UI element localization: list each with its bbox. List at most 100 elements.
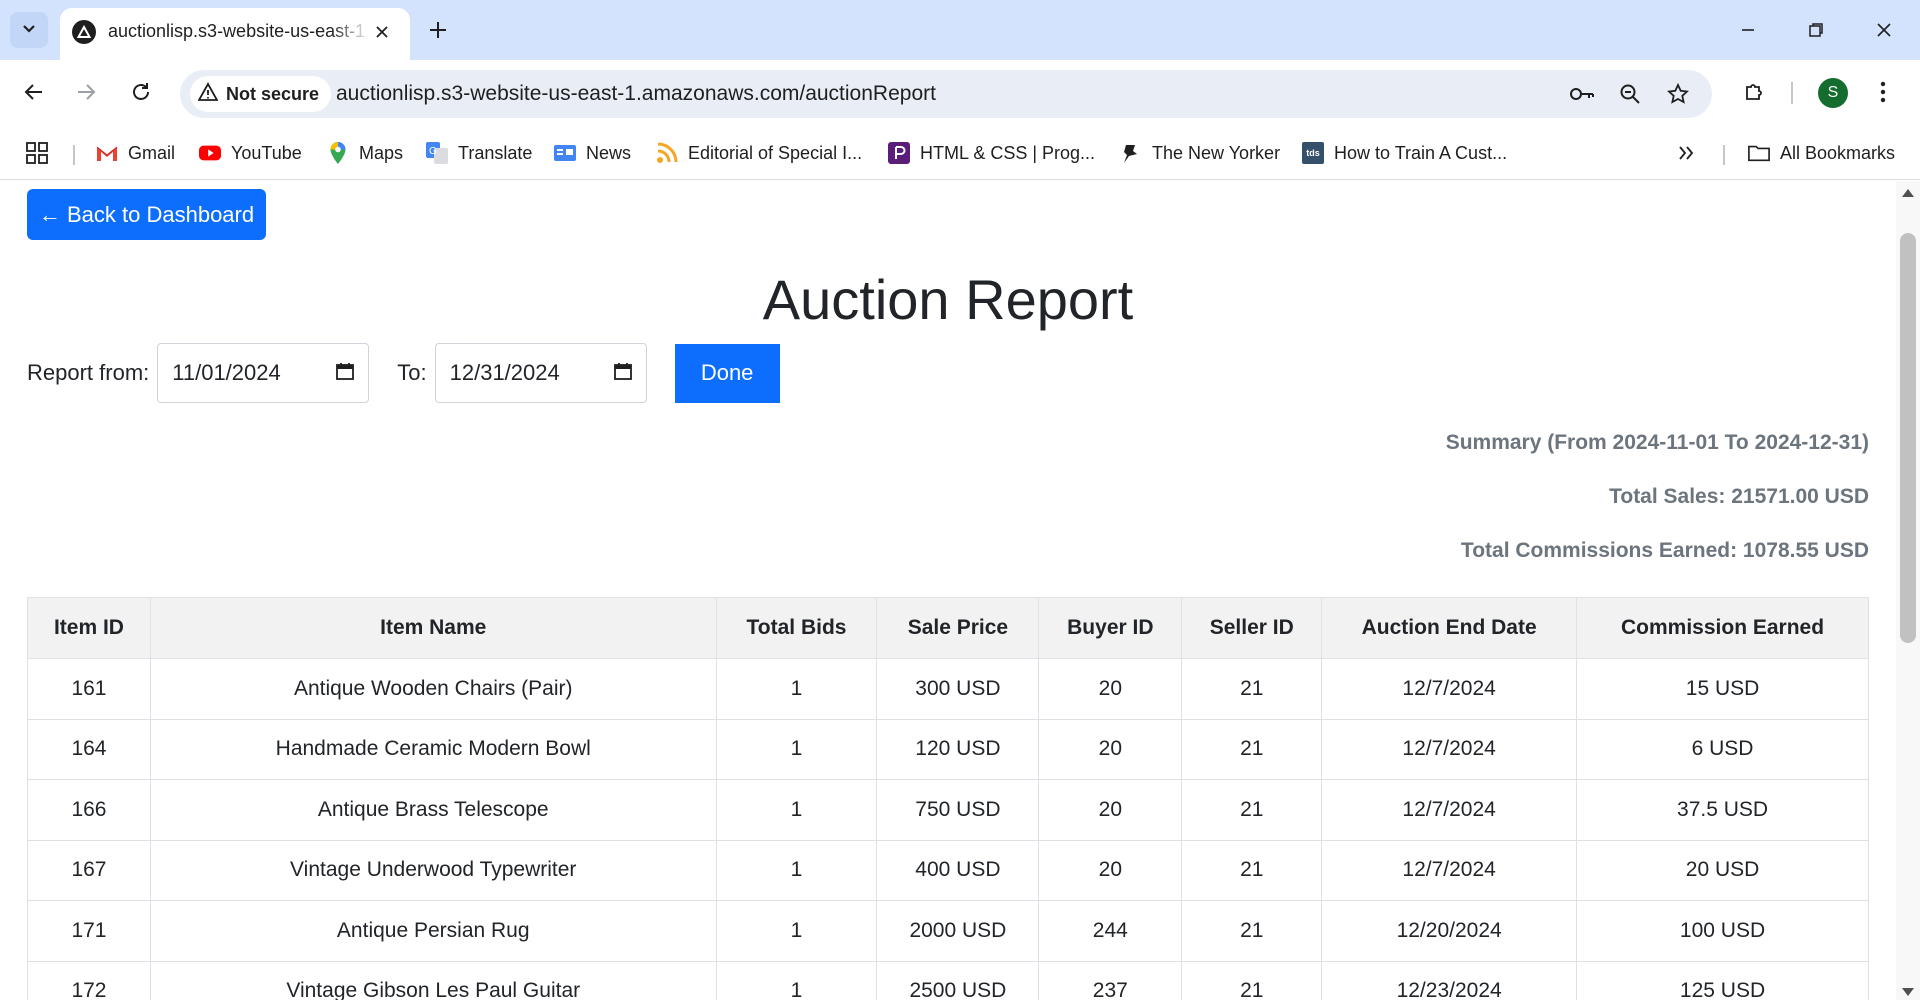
- back-arrow-icon[interactable]: [14, 72, 54, 112]
- maps-pin-icon: [327, 142, 349, 164]
- bookmark-star-icon[interactable]: [1662, 78, 1694, 110]
- bookmark-editorial[interactable]: Editorial of Special I...: [656, 137, 862, 169]
- bookmark-label: YouTube: [231, 142, 302, 163]
- rss-feed-icon: [656, 142, 678, 164]
- bookmark-label: The New Yorker: [1152, 142, 1281, 163]
- column-header: Buyer ID: [1038, 597, 1183, 659]
- table-cell: 120 USD: [876, 718, 1040, 780]
- auction-report-table: Item ID Item Name Total Bids Sale Price …: [27, 597, 1869, 1000]
- table-cell: 166: [27, 779, 151, 841]
- bookmarks-bar: Gmail YouTube Maps G Translate News Edit…: [0, 128, 1920, 180]
- url-text: auctionlisp.s3-website-us-east-1.amazona…: [336, 82, 936, 105]
- bookmark-gmail[interactable]: Gmail: [96, 137, 175, 169]
- table-cell: 21: [1181, 960, 1323, 1000]
- table-row: 172 Vintage Gibson Les Paul Guitar 1 250…: [27, 960, 1869, 1000]
- more-bookmarks-chevron-icon[interactable]: [1677, 137, 1695, 169]
- done-button[interactable]: Done: [674, 343, 780, 403]
- toolbar-divider: [1791, 82, 1793, 104]
- table-cell: 20: [1038, 839, 1183, 901]
- table-cell: 15 USD: [1576, 658, 1869, 720]
- apps-grid-icon[interactable]: [26, 137, 48, 169]
- table-cell: 1: [715, 658, 878, 720]
- table-cell: 20: [1038, 779, 1183, 841]
- password-key-icon[interactable]: [1566, 78, 1598, 110]
- new-tab-button[interactable]: [422, 14, 454, 46]
- bookmark-new-yorker[interactable]: The New Yorker: [1120, 137, 1280, 169]
- back-to-dashboard-button[interactable]: ← Back to Dashboard: [27, 189, 266, 240]
- active-tab[interactable]: auctionlisp.s3-website-us-east-1.amazona…: [60, 8, 410, 60]
- minimize-button[interactable]: [1720, 10, 1776, 50]
- calendar-icon[interactable]: [336, 360, 355, 386]
- bookmark-youtube[interactable]: YouTube: [199, 137, 302, 169]
- to-label: To:: [397, 360, 427, 385]
- table-row: 161 Antique Wooden Chairs (Pair) 1 300 U…: [27, 658, 1869, 720]
- table-cell: 6 USD: [1576, 718, 1869, 780]
- table-cell: 100 USD: [1576, 900, 1869, 962]
- page-viewport: ← Back to Dashboard Auction Report Repor…: [0, 181, 1920, 1000]
- reload-icon[interactable]: [121, 72, 161, 112]
- bookmark-label: Maps: [359, 142, 404, 163]
- translate-icon: G: [426, 142, 448, 164]
- table-cell: 12/7/2024: [1321, 658, 1578, 720]
- profile-avatar[interactable]: S: [1818, 78, 1848, 108]
- scroll-down-arrow-icon[interactable]: [1902, 988, 1914, 996]
- table-cell: 300 USD: [876, 658, 1040, 720]
- bookmark-label: How to Train A Cust...: [1334, 142, 1508, 163]
- more-menu-icon[interactable]: [1863, 72, 1903, 112]
- bookmark-label: All Bookmarks: [1780, 142, 1896, 163]
- all-bookmarks-button[interactable]: All Bookmarks: [1748, 137, 1895, 169]
- close-window-button[interactable]: [1856, 10, 1912, 50]
- table-cell: 21: [1181, 718, 1323, 780]
- table-cell: 172: [27, 960, 151, 1000]
- table-cell: 12/7/2024: [1321, 718, 1578, 780]
- table-cell: Vintage Gibson Les Paul Guitar: [149, 960, 717, 1000]
- security-chip[interactable]: Not secure: [190, 76, 332, 112]
- column-header: Commission Earned: [1576, 597, 1869, 659]
- close-tab-icon[interactable]: [368, 18, 396, 46]
- table-cell: 21: [1181, 839, 1323, 901]
- tab-search-button[interactable]: [10, 12, 48, 48]
- bookmark-news[interactable]: News: [554, 137, 631, 169]
- scrollbar-thumb[interactable]: [1900, 233, 1916, 643]
- column-header: Total Bids: [715, 597, 878, 659]
- calendar-icon[interactable]: [613, 360, 632, 386]
- column-header: Seller ID: [1181, 597, 1323, 659]
- scroll-up-arrow-icon[interactable]: [1902, 189, 1914, 197]
- table-header-row: Item ID Item Name Total Bids Sale Price …: [27, 597, 1869, 659]
- bookmark-label: Gmail: [128, 142, 176, 163]
- table-cell: 171: [27, 900, 151, 962]
- date-range-filter: Report from: 11/01/2024 To: 12/31/2024 D…: [27, 343, 780, 403]
- bookmark-maps[interactable]: Maps: [327, 137, 403, 169]
- address-bar[interactable]: Not secure auctionlisp.s3-website-us-eas…: [180, 70, 1712, 118]
- table-cell: 37.5 USD: [1576, 779, 1869, 841]
- bookmark-tds[interactable]: tds How to Train A Cust...: [1302, 137, 1507, 169]
- summary-range: Summary (From 2024-11-01 To 2024-12-31): [1445, 431, 1869, 454]
- table-cell: Antique Wooden Chairs (Pair): [149, 658, 717, 720]
- table-cell: 20 USD: [1576, 839, 1869, 901]
- forward-arrow-icon[interactable]: [66, 72, 106, 112]
- table-cell: 125 USD: [1576, 960, 1869, 1000]
- table-cell: 1: [715, 718, 878, 780]
- prog-logo-icon: [888, 142, 910, 164]
- restore-button[interactable]: [1788, 10, 1844, 50]
- from-date-input[interactable]: 11/01/2024: [157, 343, 370, 403]
- table-cell: 12/7/2024: [1321, 779, 1578, 841]
- column-header: Item Name: [149, 597, 717, 659]
- bookmark-label: Editorial of Special I...: [688, 142, 863, 163]
- from-date-value: 11/01/2024: [172, 360, 281, 385]
- table-row: 164 Handmade Ceramic Modern Bowl 1 120 U…: [27, 718, 1869, 780]
- to-date-input[interactable]: 12/31/2024: [434, 343, 647, 403]
- table-cell: 750 USD: [876, 779, 1040, 841]
- bookmark-html-css[interactable]: HTML & CSS | Prog...: [888, 137, 1095, 169]
- extensions-puzzle-icon[interactable]: [1734, 72, 1774, 112]
- table-cell: Handmade Ceramic Modern Bowl: [149, 718, 717, 780]
- bookmarks-divider: [1723, 145, 1725, 165]
- bookmark-translate[interactable]: G Translate: [426, 137, 532, 169]
- zoom-icon[interactable]: [1614, 78, 1646, 110]
- bookmark-label: News: [586, 142, 632, 163]
- vertical-scrollbar[interactable]: [1896, 181, 1920, 1000]
- tab-title: auctionlisp.s3-website-us-east-1.amazona…: [108, 21, 370, 41]
- table-cell: 1: [715, 960, 878, 1000]
- table-cell: 161: [27, 658, 151, 720]
- table-cell: 1: [715, 779, 878, 841]
